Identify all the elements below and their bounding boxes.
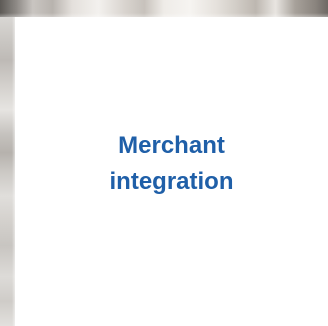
header-photo-strip bbox=[0, 0, 328, 17]
slide-title: Merchant integration bbox=[15, 128, 328, 200]
slide: Merchant integration bbox=[0, 0, 328, 326]
slide-title-line-2: integration bbox=[109, 168, 234, 195]
slide-title-line-1: Merchant bbox=[118, 132, 225, 159]
side-photo-strip bbox=[0, 17, 15, 326]
